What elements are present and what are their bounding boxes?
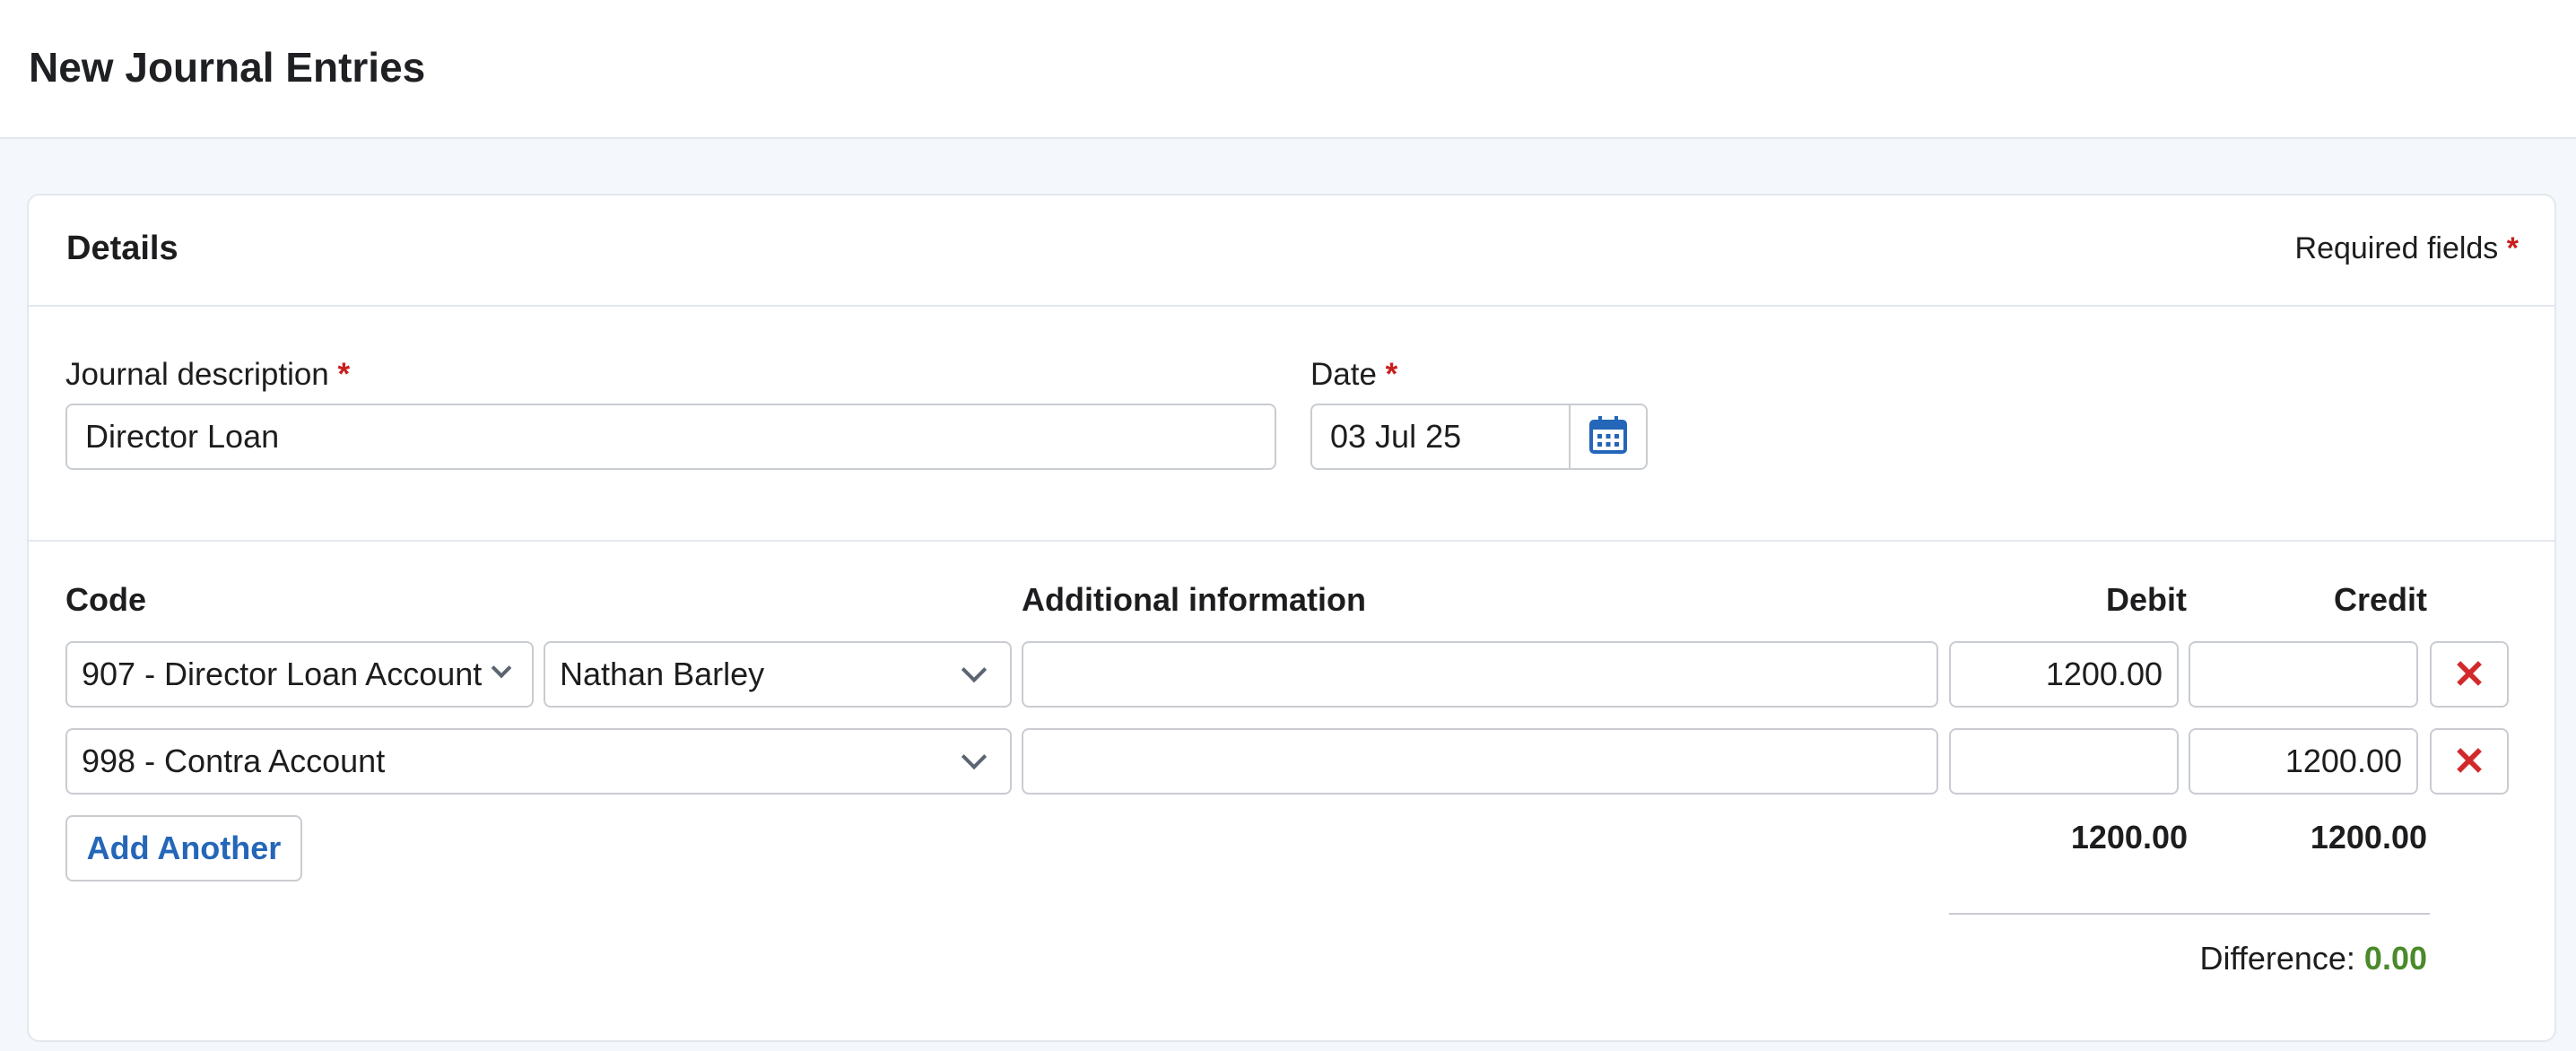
debit-input[interactable]: 1200.00 — [1949, 641, 2179, 708]
additional-info-column-header: Additional information — [1022, 581, 1366, 618]
page-header: New Journal Entries — [0, 0, 2576, 139]
date-label: Date — [1310, 357, 1377, 392]
difference-value: 0.00 — [2363, 940, 2427, 977]
details-card: Details Required fields * Journal descri… — [27, 194, 2556, 1042]
required-star: * — [337, 357, 351, 392]
required-fields-label: Required fields — [2294, 231, 2499, 265]
close-icon: ✕ — [2452, 652, 2486, 697]
delete-row-button[interactable]: ✕ — [2430, 641, 2509, 708]
additional-info-input[interactable] — [1022, 728, 1938, 795]
credit-value: 1200.00 — [2284, 743, 2402, 779]
account-code-value: 907 - Director Loan Account — [82, 656, 483, 692]
delete-row-button[interactable]: ✕ — [2430, 728, 2509, 795]
debit-total: 1200.00 — [2070, 819, 2188, 856]
add-another-button[interactable]: Add Another — [65, 815, 302, 882]
description-label: Journal description — [65, 357, 329, 392]
debit-column-header: Debit — [2106, 581, 2187, 618]
close-icon: ✕ — [2452, 739, 2486, 784]
code-column-header: Code — [65, 581, 146, 618]
divider — [29, 540, 2554, 542]
required-fields-note: Required fields * — [2295, 231, 2519, 266]
date-value: 03 Jul 25 — [1330, 418, 1462, 455]
description-label-wrap: Journal description * — [65, 357, 350, 393]
sub-account-select[interactable]: Nathan Barley — [544, 641, 1012, 708]
divider — [29, 305, 2554, 307]
chevron-down-icon — [491, 657, 512, 679]
debit-input[interactable] — [1949, 728, 2179, 795]
page-title: New Journal Entries — [29, 44, 426, 91]
account-code-select[interactable]: 998 - Contra Account — [65, 728, 1012, 795]
required-star: * — [2506, 231, 2519, 265]
difference-row: Difference: 0.00 — [1912, 940, 2427, 977]
date-label-wrap: Date * — [1310, 357, 1397, 393]
journal-description-value: Director Loan — [85, 418, 280, 455]
totals-divider — [1949, 913, 2430, 915]
account-code-select[interactable]: 907 - Director Loan Account — [65, 641, 534, 708]
credit-input[interactable] — [2189, 641, 2418, 708]
date-input[interactable]: 03 Jul 25 — [1310, 404, 1571, 470]
chevron-down-icon — [961, 743, 988, 770]
calendar-icon — [1588, 414, 1629, 460]
credit-total: 1200.00 — [2310, 819, 2427, 856]
journal-description-input[interactable]: Director Loan — [65, 404, 1276, 470]
chevron-down-icon — [961, 656, 988, 683]
difference-label: Difference: — [2199, 940, 2355, 977]
calendar-button[interactable] — [1569, 404, 1648, 470]
credit-column-header: Credit — [2333, 581, 2427, 618]
section-title: Details — [66, 230, 178, 267]
sub-account-value: Nathan Barley — [560, 656, 765, 692]
debit-value: 1200.00 — [2045, 656, 2163, 692]
credit-input[interactable]: 1200.00 — [2189, 728, 2418, 795]
required-star: * — [1385, 357, 1398, 392]
account-code-value: 998 - Contra Account — [82, 743, 386, 779]
additional-info-input[interactable] — [1022, 641, 1938, 708]
